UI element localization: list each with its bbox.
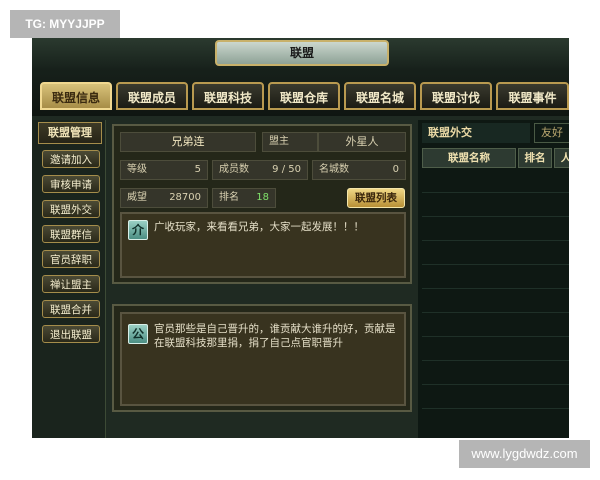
notice-box[interactable]: 公 官员那些是自己晋升的，谁贡献大谁升的好，贡献是 在联盟科技那里捐，捐了自己点…	[120, 312, 406, 406]
level-value: 5	[194, 164, 201, 175]
tab-alliance-info[interactable]: 联盟信息	[40, 82, 112, 110]
level-label: 等级	[127, 164, 147, 175]
resign-officer-button[interactable]: 官员辞职	[42, 250, 100, 268]
alliance-notice-panel: 公 官员那些是自己晋升的，谁贡献大谁升的好，贡献是 在联盟科技那里捐，捐了自己点…	[112, 304, 412, 412]
prestige-value: 28700	[169, 192, 201, 203]
table-row-divider	[422, 408, 569, 409]
tab-alliance-events[interactable]: 联盟事件	[496, 82, 569, 110]
prestige-label: 威望	[127, 192, 147, 203]
tab-alliance-cities[interactable]: 联盟名城	[344, 82, 416, 110]
notice-line-2: 在联盟科技那里捐，捐了自己点官职晋升	[154, 337, 343, 349]
invite-button[interactable]: 邀请加入	[42, 150, 100, 168]
tab-alliance-members[interactable]: 联盟成员	[116, 82, 188, 110]
abdicate-leader-button[interactable]: 禅让盟主	[42, 275, 100, 293]
rank-value: 18	[256, 192, 269, 203]
level-cell: 等级 5	[120, 160, 208, 180]
diplomacy-button[interactable]: 联盟外交	[42, 200, 100, 218]
table-row-divider	[422, 384, 569, 385]
column-members[interactable]: 人	[554, 148, 569, 168]
diplomacy-panel: 联盟外交 友好 联盟名称 排名 人	[418, 120, 569, 438]
table-row-divider	[422, 360, 569, 361]
intro-box[interactable]: 介 广收玩家，来看看兄弟，大家一起发展！！！	[120, 212, 406, 278]
merge-alliance-button[interactable]: 联盟合并	[42, 300, 100, 318]
alliance-list-button[interactable]: 联盟列表	[347, 188, 405, 208]
table-row-divider	[422, 192, 569, 193]
leader-value: 外星人	[318, 132, 406, 152]
leader-label-cell: 盟主	[262, 132, 318, 152]
sidebar-title: 联盟管理	[38, 122, 102, 144]
column-alliance-name[interactable]: 联盟名称	[422, 148, 516, 168]
notice-badge-icon: 公	[128, 324, 148, 344]
group-mail-button[interactable]: 联盟群信	[42, 225, 100, 243]
watermark-bottom: www.lygdwdz.com	[459, 440, 590, 468]
tab-alliance-warehouse[interactable]: 联盟仓库	[268, 82, 340, 110]
members-label: 成员数	[219, 164, 249, 175]
table-row-divider	[422, 216, 569, 217]
rank-cell: 排名 18	[212, 188, 276, 208]
tab-friendly[interactable]: 友好	[534, 123, 569, 143]
alliance-name: 兄弟连	[120, 132, 256, 152]
alliance-info-panel: 兄弟连 盟主 外星人 等级 5 成员数 9 / 50 名城数 0 威望 2870…	[112, 124, 412, 284]
intro-text: 广收玩家，来看看兄弟，大家一起发展！！！	[154, 221, 364, 233]
management-sidebar: 联盟管理 邀请加入 审核申请 联盟外交 联盟群信 官员辞职 禅让盟主 联盟合并 …	[32, 120, 106, 438]
members-value: 9 / 50	[272, 164, 301, 175]
table-row-divider	[422, 240, 569, 241]
tab-bar: 联盟信息 联盟成员 联盟科技 联盟仓库 联盟名城 联盟讨伐 联盟事件	[32, 68, 569, 116]
tab-alliance-tech[interactable]: 联盟科技	[192, 82, 264, 110]
table-row-divider	[422, 312, 569, 313]
cities-cell: 名城数 0	[312, 160, 406, 180]
table-row-divider	[422, 288, 569, 289]
diplomacy-title: 联盟外交	[422, 123, 530, 143]
leave-alliance-button[interactable]: 退出联盟	[42, 325, 100, 343]
notice-line-1: 官员那些是自己晋升的，谁贡献大谁升的好，贡献是	[154, 323, 396, 335]
watermark-top: TG: MYYJJPP	[10, 10, 120, 38]
leader-label: 盟主	[269, 136, 289, 147]
cities-label: 名城数	[319, 164, 349, 175]
window-title: 联盟	[215, 40, 389, 66]
members-cell: 成员数 9 / 50	[212, 160, 308, 180]
tab-alliance-campaign[interactable]: 联盟讨伐	[420, 82, 492, 110]
column-rank[interactable]: 排名	[518, 148, 552, 168]
window-title-bar: 联盟	[32, 38, 569, 69]
rank-label: 排名	[219, 192, 239, 203]
table-row-divider	[422, 264, 569, 265]
review-applications-button[interactable]: 审核申请	[42, 175, 100, 193]
prestige-cell: 威望 28700	[120, 188, 208, 208]
cities-value: 0	[392, 164, 399, 175]
intro-badge-icon: 介	[128, 220, 148, 240]
alliance-window: 联盟 联盟信息 联盟成员 联盟科技 联盟仓库 联盟名城 联盟讨伐 联盟事件 联盟…	[32, 38, 569, 438]
table-row-divider	[422, 336, 569, 337]
